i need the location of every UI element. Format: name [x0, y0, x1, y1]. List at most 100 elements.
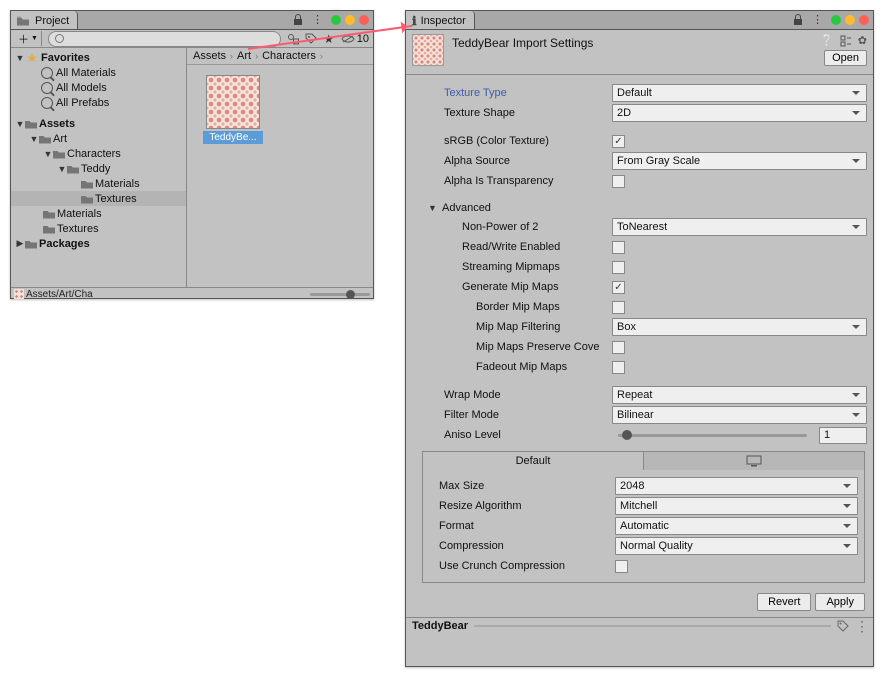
window-close-button[interactable] — [859, 15, 869, 25]
asset-preview-icon — [412, 34, 444, 66]
platform-tab-standalone[interactable] — [644, 452, 864, 470]
chevron-down-icon[interactable]: ▼ — [57, 164, 67, 174]
label-crunch: Use Crunch Compression — [439, 560, 615, 572]
chevron-right-icon: › — [255, 51, 258, 61]
tree-packages-header[interactable]: ▶ Packages — [11, 236, 186, 251]
select-texture-shape[interactable]: 2D — [612, 104, 867, 122]
select-format[interactable]: Automatic — [615, 517, 858, 535]
label-aniso: Aniso Level — [444, 429, 612, 441]
panel-menu-icon[interactable]: ⋮ — [812, 13, 823, 26]
breadcrumb-item[interactable]: Characters — [260, 50, 318, 62]
asset-grid[interactable]: TeddyBe... — [187, 65, 373, 287]
tab-inspector[interactable]: ℹ Inspector — [406, 11, 475, 29]
chevron-down-icon: ▼ — [31, 35, 38, 42]
window-maximize-button[interactable] — [345, 15, 355, 25]
field-texture-type: Texture Type Default — [406, 83, 873, 103]
select-mmfilter[interactable]: Box — [612, 318, 867, 336]
tree-folder-materials[interactable]: Materials — [11, 176, 186, 191]
field-wrap: Wrap Mode Repeat — [406, 385, 873, 405]
aniso-value-input[interactable]: 1 — [819, 427, 867, 444]
folder-icon — [67, 164, 79, 174]
field-mmcoverage: Mip Maps Preserve Cove — [406, 337, 873, 357]
asset-labels-icon[interactable] — [837, 620, 849, 632]
select-filter[interactable]: Bilinear — [612, 406, 867, 424]
open-button[interactable]: Open — [824, 50, 867, 66]
label-srgb: sRGB (Color Texture) — [444, 135, 612, 147]
select-npot[interactable]: ToNearest — [612, 218, 867, 236]
chevron-down-icon[interactable]: ▼ — [29, 134, 39, 144]
create-button[interactable]: ＋ ▼ — [15, 31, 42, 46]
chevron-right-icon: › — [230, 51, 233, 61]
checkbox-bordermip[interactable] — [612, 301, 625, 314]
checkbox-fadeout[interactable] — [612, 361, 625, 374]
preview-strip[interactable]: TeddyBear ⋮ — [406, 617, 873, 634]
apply-button[interactable]: Apply — [815, 593, 865, 611]
window-minimize-button[interactable] — [831, 15, 841, 25]
breadcrumb-item[interactable]: Assets — [191, 50, 228, 62]
checkbox-streaming[interactable] — [612, 261, 625, 274]
label-wrap: Wrap Mode — [444, 389, 612, 401]
panel-menu-icon[interactable]: ⋮ — [312, 13, 323, 26]
lock-icon[interactable] — [292, 14, 304, 26]
thumbnail-size-slider[interactable] — [310, 293, 370, 296]
asset-pane: Assets › Art › Characters › TeddyBe... — [187, 48, 373, 287]
project-search-input[interactable] — [68, 32, 280, 45]
select-maxsize[interactable]: 2048 — [615, 477, 858, 495]
tab-project[interactable]: Project — [11, 11, 78, 29]
inspector-header: TeddyBear Import Settings ❔ ✿ Open — [406, 30, 873, 75]
select-texture-type[interactable]: Default — [612, 84, 867, 102]
field-compression: Compression Normal Quality — [423, 536, 864, 556]
checkbox-crunch[interactable] — [615, 560, 628, 573]
tree-folder-textures[interactable]: Textures — [11, 191, 186, 206]
tree-assets-header[interactable]: ▼ Assets — [11, 116, 186, 131]
gear-icon[interactable]: ✿ — [858, 34, 867, 47]
chevron-down-icon[interactable]: ▼ — [428, 203, 438, 213]
platform-tab-default[interactable]: Default — [423, 452, 644, 470]
tree-folder-teddy[interactable]: ▼ Teddy — [11, 161, 186, 176]
checkbox-srgb[interactable] — [612, 135, 625, 148]
project-breadcrumb: Assets › Art › Characters › — [187, 48, 373, 65]
tree-saved-search[interactable]: All Models — [11, 80, 186, 95]
tree-favorites-header[interactable]: ▼ ★ Favorites — [11, 50, 186, 65]
tree-saved-search[interactable]: All Materials — [11, 65, 186, 80]
asset-item-label: TeddyBe... — [203, 131, 263, 144]
kebab-menu-icon[interactable]: ⋮ — [855, 618, 867, 635]
presets-icon[interactable] — [840, 35, 852, 47]
slider-thumb[interactable] — [346, 290, 355, 299]
chevron-down-icon[interactable]: ▼ — [15, 53, 25, 63]
label-fadeout: Fadeout Mip Maps — [476, 361, 612, 373]
tree-folder-textures-top[interactable]: Textures — [11, 221, 186, 236]
asset-item-teddybear[interactable]: TeddyBe... — [203, 75, 263, 144]
select-compression[interactable]: Normal Quality — [615, 537, 858, 555]
checkbox-rw[interactable] — [612, 241, 625, 254]
checkbox-genmip[interactable] — [612, 281, 625, 294]
section-advanced[interactable]: ▼ Advanced — [406, 199, 873, 217]
field-rw: Read/Write Enabled — [406, 237, 873, 257]
checkbox-alpha-transparency[interactable] — [612, 175, 625, 188]
lock-icon[interactable] — [792, 14, 804, 26]
window-minimize-button[interactable] — [331, 15, 341, 25]
select-resize[interactable]: Mitchell — [615, 497, 858, 515]
chevron-down-icon[interactable]: ▼ — [15, 119, 25, 129]
help-icon[interactable]: ❔ — [820, 34, 834, 47]
chevron-right-icon[interactable]: ▶ — [15, 238, 25, 249]
tree-folder-art[interactable]: ▼ Art — [11, 131, 186, 146]
checkbox-mmcoverage[interactable] — [612, 341, 625, 354]
breadcrumb-item[interactable]: Art — [235, 50, 253, 62]
slider-thumb[interactable] — [622, 430, 632, 440]
label-resize: Resize Algorithm — [439, 500, 615, 512]
tree-folder-characters[interactable]: ▼ Characters — [11, 146, 186, 161]
window-close-button[interactable] — [359, 15, 369, 25]
select-wrap[interactable]: Repeat — [612, 386, 867, 404]
tree-saved-search[interactable]: All Prefabs — [11, 95, 186, 110]
tree-folder-materials-top[interactable]: Materials — [11, 206, 186, 221]
field-maxsize: Max Size 2048 — [423, 476, 864, 496]
chevron-down-icon[interactable]: ▼ — [43, 149, 53, 159]
window-maximize-button[interactable] — [845, 15, 855, 25]
preview-name: TeddyBear — [412, 620, 468, 632]
asset-thumbnail — [206, 75, 260, 129]
revert-button[interactable]: Revert — [757, 593, 811, 611]
select-alpha-source[interactable]: From Gray Scale — [612, 152, 867, 170]
aniso-slider[interactable] — [618, 434, 807, 437]
project-search[interactable] — [48, 31, 281, 47]
